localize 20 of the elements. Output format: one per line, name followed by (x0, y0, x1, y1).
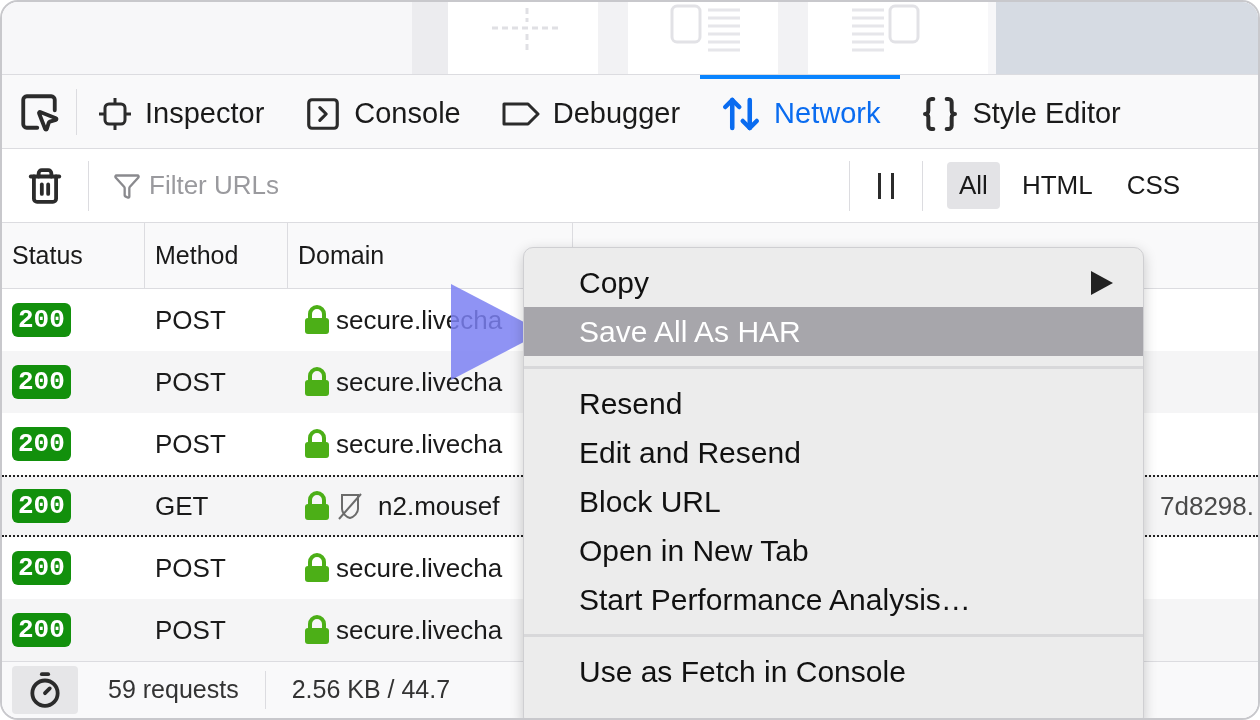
table-cell-text: secure.livecha (336, 551, 503, 585)
transfer-size: 2.56 KB / 44.7 (291, 674, 451, 706)
table-cell-text: n2.mousef (378, 489, 500, 523)
table-cell: POST (155, 552, 226, 583)
status-code: 200 (12, 303, 71, 337)
table-cell-text: secure.livecha (336, 427, 503, 461)
status-code: 200 (12, 489, 71, 523)
request-count: 59 requests (108, 671, 266, 709)
table-cell-text: secure.livecha (336, 613, 503, 647)
table-cell-text: secure.livecha (336, 365, 503, 399)
table-cell: POST (155, 304, 226, 335)
table-cell: POST (155, 366, 226, 397)
table-cell: POST (155, 614, 226, 645)
table-cell-text: 7d8298. (1160, 489, 1255, 523)
table-cell: POST (155, 428, 226, 459)
status-code: 200 (12, 365, 71, 399)
status-code: 200 (12, 551, 71, 585)
table-cell: GET (155, 490, 209, 521)
status-code: 200 (12, 613, 71, 647)
status-code: 200 (12, 427, 71, 461)
